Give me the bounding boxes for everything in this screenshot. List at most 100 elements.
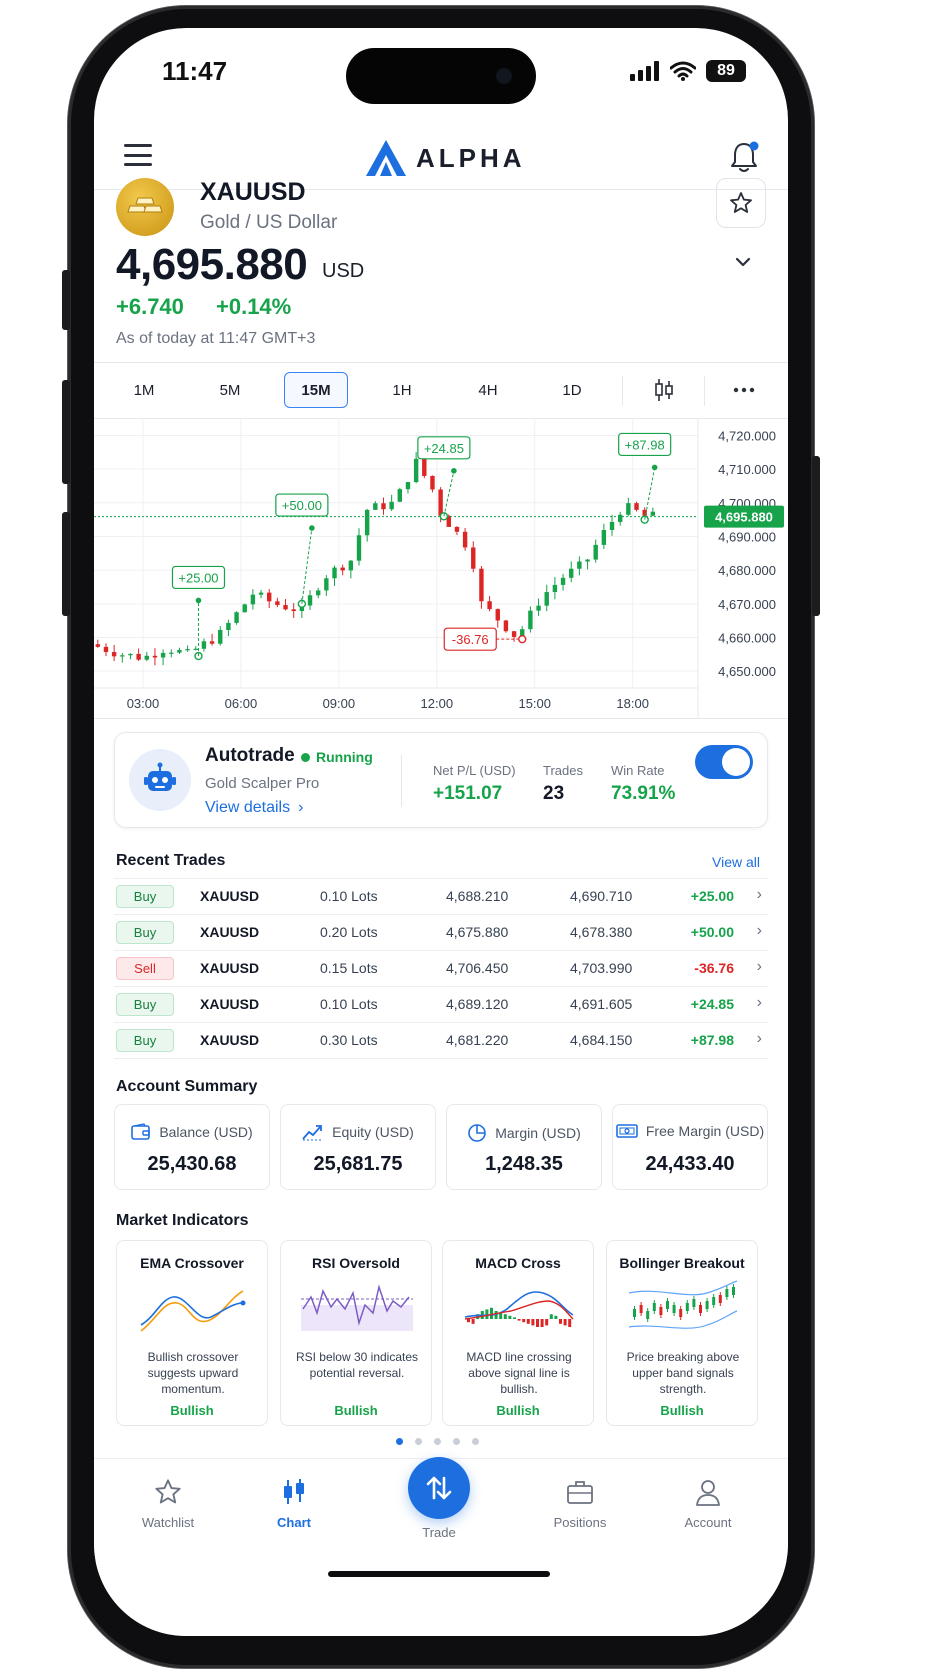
balance-value: 25,430.68	[147, 1153, 237, 1175]
candle	[381, 503, 386, 510]
candlestick-icon	[655, 379, 673, 401]
timeframe-15m[interactable]: 15M	[284, 372, 348, 408]
pager-dot[interactable]	[434, 1438, 441, 1445]
bottom-navigation: Watchlist Chart Trade Positions Account	[94, 1457, 788, 1636]
indicator-title: RSI Oversold	[312, 1255, 400, 1271]
mute-switch	[62, 270, 70, 330]
trade-symbol: XAUUSD	[200, 924, 260, 940]
candle	[201, 641, 207, 649]
view-all-link[interactable]: View all	[712, 854, 760, 870]
trade-button[interactable]	[408, 1457, 470, 1519]
gold-bars-icon	[116, 178, 174, 236]
autotrade-toggle[interactable]	[695, 745, 753, 779]
nav-chart[interactable]: Chart	[244, 1475, 344, 1530]
trade-pnl: +25.00	[690, 888, 734, 904]
favorite-button[interactable]	[716, 178, 766, 228]
nav-account[interactable]: Account	[658, 1475, 758, 1530]
indicator-card-macd[interactable]: MACD Cross MACD line crossing above sign…	[442, 1240, 594, 1426]
y-tick-label: 4,680.000	[718, 563, 776, 578]
nav-watchlist-label: Watchlist	[141, 1515, 195, 1530]
candle	[234, 612, 239, 623]
candle	[332, 567, 337, 579]
pager-dot[interactable]	[415, 1438, 422, 1445]
candle	[560, 577, 566, 585]
trade-pnl-label: +87.98	[625, 437, 665, 452]
nav-chart-label: Chart	[277, 1515, 311, 1530]
price-timestamp: As of today at 11:47 GMT+3	[116, 330, 316, 347]
trade-lots: 0.10 Lots	[320, 888, 378, 904]
timeframe-4h[interactable]: 4H	[456, 372, 520, 408]
side-badge: Buy	[116, 1029, 174, 1052]
trade-close-price: 4,691.605	[570, 996, 633, 1012]
indicator-card-bollinger[interactable]: Bollinger Breakout Price breaking above …	[606, 1240, 758, 1426]
trade-symbol: XAUUSD	[200, 888, 260, 904]
notification-bell-icon[interactable]	[728, 140, 760, 174]
candle	[454, 526, 460, 532]
candle	[152, 655, 158, 658]
trend-icon	[302, 1125, 324, 1141]
timeframe-1d[interactable]: 1D	[540, 372, 604, 408]
indicator-card-rsi[interactable]: RSI Oversold RSI below 30 indicates pote…	[280, 1240, 432, 1426]
table-row[interactable]: Sell XAUUSD 0.15 Lots 4,706.450 4,703.990 -36…	[114, 950, 768, 986]
trade-lots: 0.15 Lots	[320, 960, 378, 976]
candle	[144, 655, 149, 660]
candle	[111, 652, 117, 657]
candle	[136, 653, 141, 660]
bollinger-candle	[732, 1287, 735, 1295]
bollinger-candle	[633, 1309, 636, 1317]
nav-trade-label: Trade	[422, 1525, 456, 1540]
indicator-card-ema[interactable]: EMA Crossover Bullish crossover suggests…	[116, 1240, 268, 1426]
candle	[283, 605, 288, 610]
y-tick-label: 4,660.000	[718, 630, 776, 645]
free-margin-card: Free Margin (USD) 24,433.40	[612, 1104, 768, 1190]
candle	[601, 529, 607, 545]
trade-open-price: 4,688.210	[446, 888, 509, 904]
candle	[218, 629, 223, 644]
trade-connector	[443, 470, 455, 517]
carousel-pager[interactable]	[396, 1438, 479, 1445]
more-options-button[interactable]	[712, 372, 776, 408]
table-row[interactable]: Buy XAUUSD 0.10 Lots 4,688.210 4,690.710 +25.…	[114, 878, 768, 914]
candle	[462, 531, 468, 548]
nav-positions[interactable]: Positions	[530, 1475, 630, 1530]
x-tick-label: 06:00	[225, 696, 258, 711]
ema-mini-chart	[140, 1290, 246, 1332]
table-row[interactable]: Buy XAUUSD 0.20 Lots 4,675.880 4,678.380 +50.…	[114, 914, 768, 950]
macd-histogram-bar	[536, 1319, 539, 1327]
trade-open-price: 4,681.220	[446, 1032, 509, 1048]
candle	[626, 503, 631, 515]
price-chart[interactable]: 4,720.000 4,710.000 4,700.000 4,690.000 4,68…	[94, 418, 788, 718]
nav-watchlist[interactable]: Watchlist	[118, 1475, 218, 1530]
candle	[471, 547, 476, 569]
chevron-down-icon[interactable]	[734, 256, 752, 268]
macd-histogram-bar	[508, 1315, 512, 1319]
current-price-label: 4,695.880	[715, 510, 773, 525]
menu-icon[interactable]	[124, 144, 152, 166]
price-currency: USD	[322, 260, 365, 282]
trade-symbol: XAUUSD	[200, 996, 260, 1012]
table-row[interactable]: Buy XAUUSD 0.30 Lots 4,681.220 4,684.150 +87.…	[114, 1022, 768, 1058]
candle	[95, 644, 101, 647]
timeframe-5m[interactable]: 5M	[198, 372, 262, 408]
macd-histogram-bar	[513, 1317, 516, 1319]
trades-value: 23	[543, 783, 565, 804]
timeframe-1m[interactable]: 1M	[112, 372, 176, 408]
candlestick-type-button[interactable]	[632, 372, 696, 408]
net-pl-value: +151.07	[433, 783, 503, 804]
battery-icon: 89	[706, 60, 746, 82]
pager-dot[interactable]	[396, 1438, 403, 1445]
power-button	[812, 456, 820, 616]
status-icons: 89	[630, 60, 746, 82]
timeframe-1h[interactable]: 1H	[370, 372, 434, 408]
macd-histogram-bar	[554, 1315, 558, 1319]
table-row[interactable]: Buy XAUUSD 0.10 Lots 4,689.120 4,691.605 +24.…	[114, 986, 768, 1022]
pager-dot[interactable]	[453, 1438, 460, 1445]
price-change: +6.740	[116, 294, 184, 319]
brand-name: ALPHA	[416, 142, 526, 173]
bollinger-candle	[692, 1299, 696, 1307]
trade-symbol: XAUUSD	[200, 1032, 260, 1048]
pager-dot[interactable]	[472, 1438, 479, 1445]
win-rate-label: Win Rate	[611, 763, 665, 778]
view-details-link[interactable]: View details ›	[205, 799, 303, 817]
indicator-signal: Bullish	[170, 1403, 214, 1418]
